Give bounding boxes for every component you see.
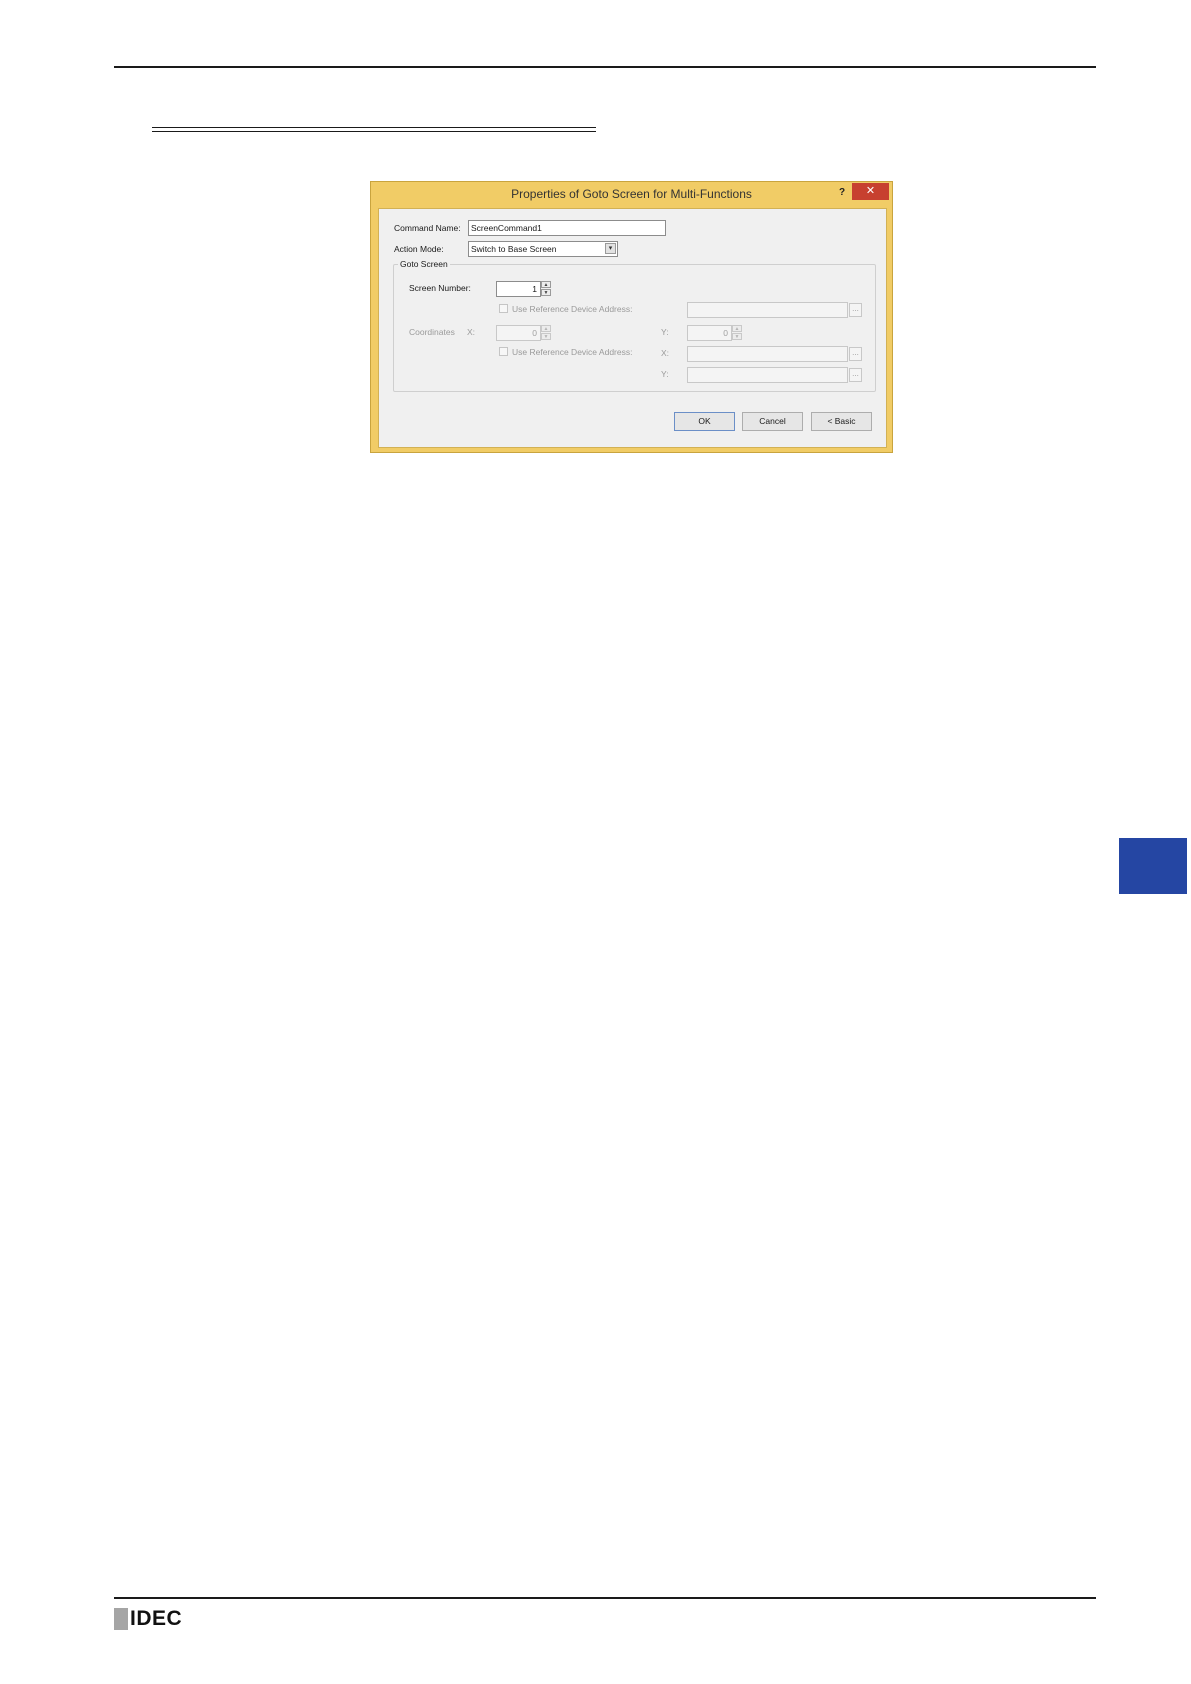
ref-address-screen-browse-button[interactable]: ... xyxy=(849,303,862,317)
screen-number-input[interactable]: 1 xyxy=(496,281,541,297)
logo-mark xyxy=(114,1608,128,1630)
coordinates-y-label: Y: xyxy=(661,327,669,337)
chevron-down-icon[interactable]: ▾ xyxy=(605,243,616,254)
action-mode-select[interactable]: Switch to Base Screen ▾ xyxy=(468,241,618,257)
coordinates-x-input[interactable]: 0 xyxy=(496,325,541,341)
command-name-label: Command Name: xyxy=(394,223,461,233)
basic-button[interactable]: < Basic xyxy=(811,412,872,431)
goto-screen-group-caption: Goto Screen xyxy=(398,259,450,269)
idec-logo: IDEC xyxy=(114,1608,182,1630)
screen-number-value: 1 xyxy=(532,284,537,294)
footer-rule xyxy=(114,1597,1096,1599)
coordinates-x-spin-up[interactable]: ▲ xyxy=(541,325,551,332)
action-mode-label: Action Mode: xyxy=(394,244,444,254)
screen-number-label: Screen Number: xyxy=(409,283,471,293)
help-button[interactable]: ? xyxy=(834,185,850,201)
ref-address-x-field[interactable] xyxy=(687,346,848,362)
use-ref-address-checkbox-2[interactable] xyxy=(499,347,508,356)
ref-y-label: Y: xyxy=(661,369,669,379)
use-ref-address-label-2: Use Reference Device Address: xyxy=(512,347,633,357)
ref-x-label: X: xyxy=(661,348,670,358)
coordinates-x-label: X: xyxy=(467,327,476,337)
chapter-side-tab xyxy=(1119,838,1187,894)
properties-dialog: Properties of Goto Screen for Multi-Func… xyxy=(370,181,893,453)
section-title-rule-top xyxy=(152,127,596,128)
coordinates-y-spin-down[interactable]: ▼ xyxy=(732,333,742,340)
coordinates-y-input[interactable]: 0 xyxy=(687,325,732,341)
logo-text: IDEC xyxy=(130,1607,183,1630)
ref-address-y-field[interactable] xyxy=(687,367,848,383)
close-button[interactable]: ✕ xyxy=(852,183,889,200)
ref-address-screen-field[interactable] xyxy=(687,302,848,318)
action-mode-value: Switch to Base Screen xyxy=(471,244,557,254)
command-name-input[interactable]: ScreenCommand1 xyxy=(468,220,666,236)
header-rule xyxy=(114,66,1096,68)
coordinates-label: Coordinates xyxy=(409,327,455,337)
screen-number-spin-up[interactable]: ▲ xyxy=(541,281,551,288)
dialog-title: Properties of Goto Screen for Multi-Func… xyxy=(511,187,752,201)
screen-number-spin-down[interactable]: ▼ xyxy=(541,289,551,296)
use-ref-address-checkbox-1[interactable] xyxy=(499,304,508,313)
ref-address-y-browse-button[interactable]: ... xyxy=(849,368,862,382)
coordinates-y-value: 0 xyxy=(723,328,728,338)
coordinates-x-value: 0 xyxy=(532,328,537,338)
ref-address-x-browse-button[interactable]: ... xyxy=(849,347,862,361)
coordinates-x-spin-down[interactable]: ▼ xyxy=(541,333,551,340)
coordinates-y-spin-up[interactable]: ▲ xyxy=(732,325,742,332)
use-ref-address-label-1: Use Reference Device Address: xyxy=(512,304,633,314)
ok-button[interactable]: OK xyxy=(674,412,735,431)
dialog-client-area: Command Name: ScreenCommand1 Action Mode… xyxy=(378,208,887,448)
section-title-rule-bottom xyxy=(152,131,596,132)
cancel-button[interactable]: Cancel xyxy=(742,412,803,431)
dialog-titlebar: Properties of Goto Screen for Multi-Func… xyxy=(371,182,892,206)
